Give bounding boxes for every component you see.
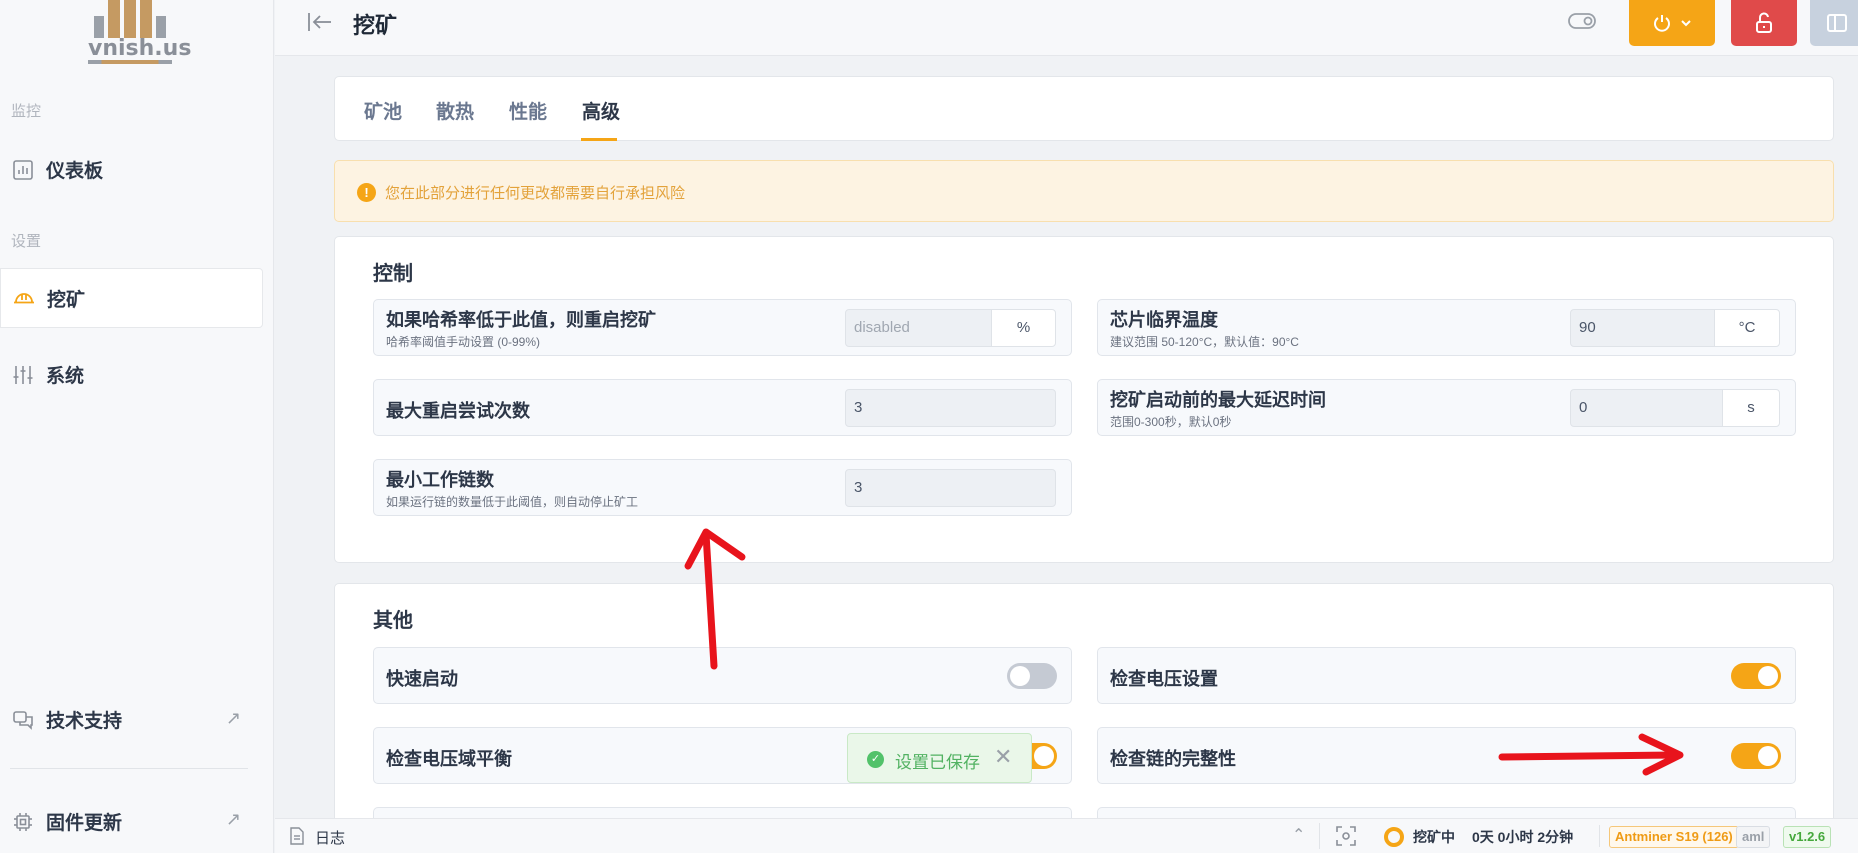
annotation-arrows	[684, 528, 1684, 776]
status-footer: 日志 ⌃ 挖矿中 0天 0小时 2分钟 Antminer S19 (126) a…	[275, 818, 1858, 853]
version-badge: v1.2.6	[1783, 826, 1832, 848]
aml-badge: aml	[1736, 826, 1771, 848]
footer-divider	[1599, 825, 1600, 847]
locate-icon[interactable]	[1335, 825, 1357, 847]
annotation-arrow-right	[1498, 751, 1682, 761]
log-toggle[interactable]: 日志	[315, 827, 345, 848]
uptime: 0天 0小时 2分钟	[1472, 829, 1574, 845]
document-icon	[290, 827, 304, 845]
footer-divider	[1319, 823, 1320, 849]
model-badge: Antminer S19 (126)	[1609, 826, 1739, 848]
chevron-up-icon[interactable]: ⌃	[1292, 825, 1305, 845]
annotation-arrow-up	[702, 530, 718, 670]
mining-status: 挖矿中	[1413, 829, 1455, 845]
annotation-arrowhead-up	[684, 528, 746, 570]
mining-status-icon	[1384, 827, 1404, 847]
